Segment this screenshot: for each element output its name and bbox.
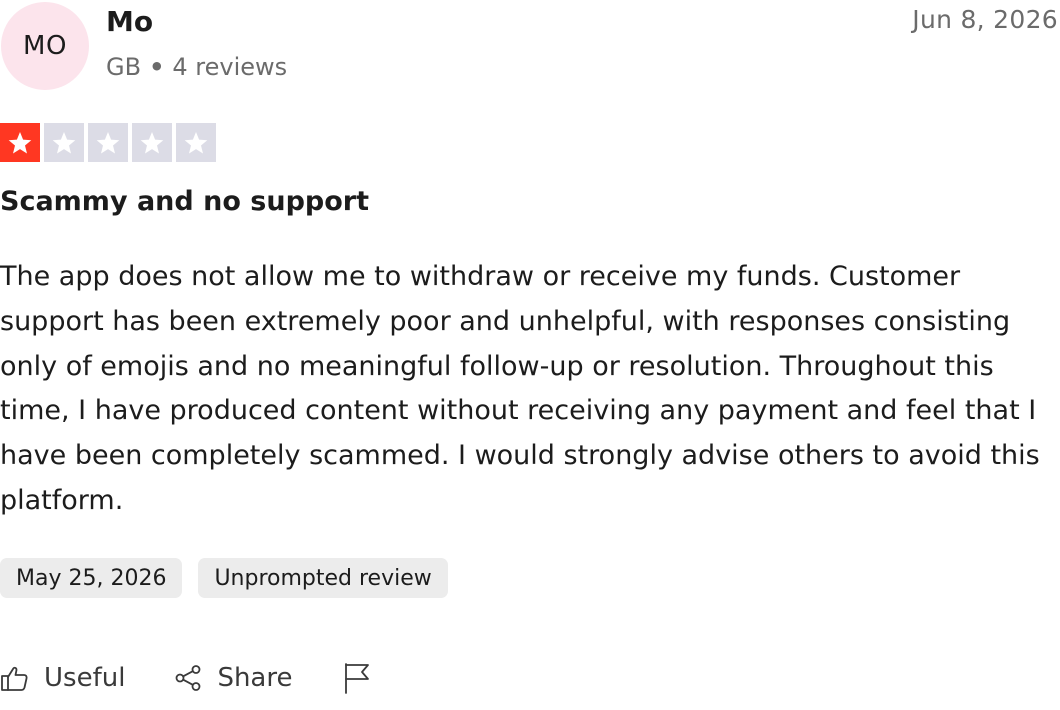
useful-button[interactable]: Useful	[0, 663, 125, 693]
flag-icon	[342, 661, 372, 695]
review-date: Jun 8, 2026	[912, 5, 1058, 34]
unprompted-review-tag[interactable]: Unprompted review	[198, 558, 448, 598]
review-tags: May 25, 2026 Unprompted review	[0, 558, 448, 598]
share-label: Share	[217, 663, 293, 693]
reviewer-review-count: 4 reviews	[172, 53, 288, 81]
avatar-initials: MO	[23, 31, 67, 61]
reviewer-meta: GB • 4 reviews	[106, 53, 287, 81]
avatar[interactable]: MO	[1, 2, 89, 90]
share-icon	[173, 663, 203, 693]
star-icon	[184, 131, 208, 153]
review-actions: Useful Share	[0, 656, 372, 700]
star-empty	[44, 123, 84, 162]
review-body: The app does not allow me to withdraw or…	[0, 261, 1040, 516]
star-empty	[88, 123, 128, 162]
star-rating	[0, 123, 216, 162]
star-empty	[176, 123, 216, 162]
share-button[interactable]: Share	[173, 663, 292, 693]
star-filled	[0, 123, 40, 162]
star-empty	[132, 123, 172, 162]
reviewer-name[interactable]: Mo	[106, 5, 153, 38]
report-button[interactable]	[342, 661, 372, 695]
reviewer-country: GB	[106, 53, 142, 81]
meta-separator: •	[149, 53, 165, 81]
experience-date-tag: May 25, 2026	[0, 558, 183, 598]
star-icon	[52, 131, 76, 153]
thumbs-up-icon	[0, 663, 30, 693]
review-title: Scammy and no support	[0, 186, 369, 217]
review-card: MO Mo GB • 4 reviews Jun 8, 2026 Scammy …	[0, 0, 1060, 710]
star-icon	[140, 131, 164, 153]
star-icon	[96, 131, 120, 153]
useful-label: Useful	[44, 663, 126, 693]
star-icon	[8, 131, 32, 153]
